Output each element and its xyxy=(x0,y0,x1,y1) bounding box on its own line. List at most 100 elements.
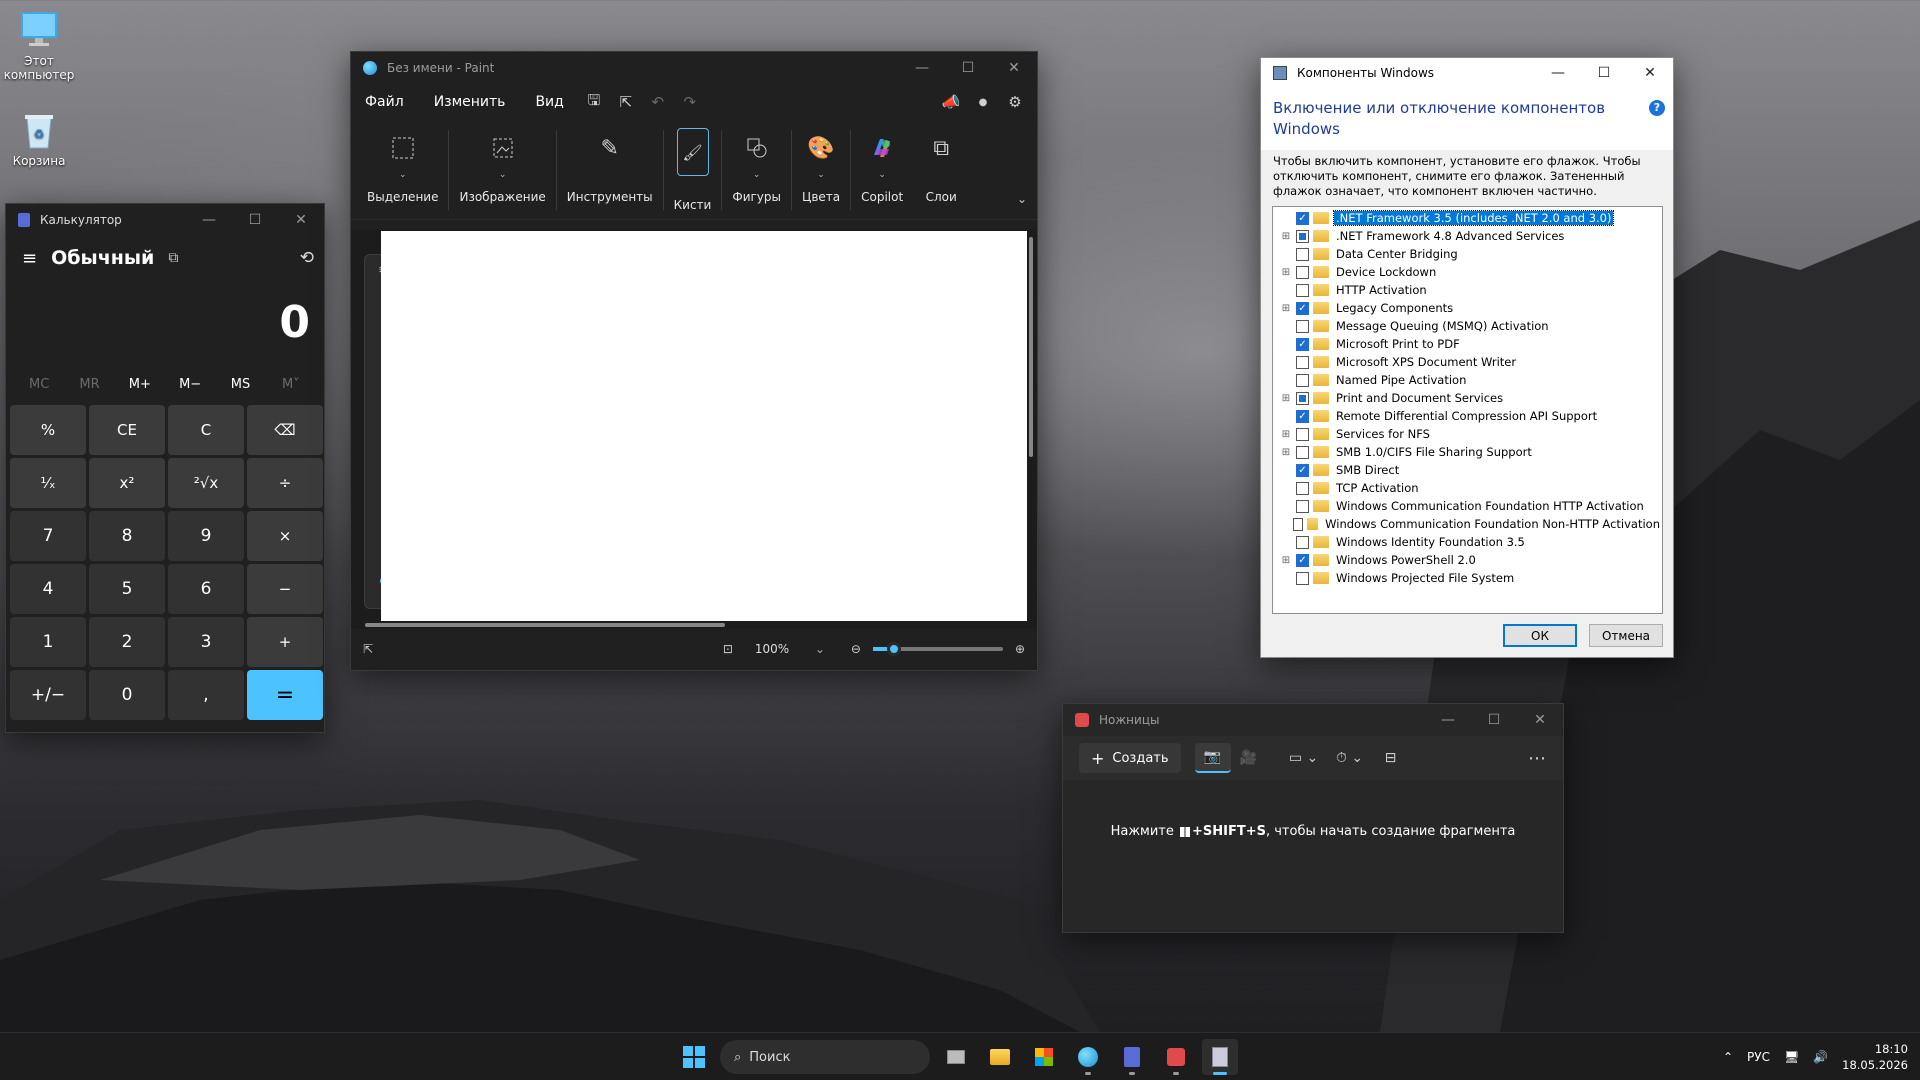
ribbon-shapes[interactable]: ⌄ Фигуры xyxy=(722,120,791,204)
minimize-button[interactable]: — xyxy=(1535,58,1581,88)
maximize-button[interactable]: ☐ xyxy=(945,52,991,84)
feature-checkbox[interactable] xyxy=(1296,445,1309,459)
close-button[interactable]: ✕ xyxy=(1627,58,1673,88)
start-button[interactable] xyxy=(676,1039,712,1075)
snip-shape-icon[interactable]: ▭ ⌄ xyxy=(1281,743,1327,773)
file-explorer-button[interactable] xyxy=(982,1039,1018,1075)
feature-row[interactable]: ✓ Microsoft Print to PDF xyxy=(1273,335,1662,353)
feature-row[interactable]: TCP Activation xyxy=(1273,479,1662,497)
maximize-button[interactable]: ☐ xyxy=(232,204,278,236)
menu-file[interactable]: Файл xyxy=(365,94,404,110)
fit-to-window-icon[interactable]: ⊡ xyxy=(723,642,733,656)
memory-subtract-button[interactable]: M− xyxy=(167,377,213,392)
feature-checkbox[interactable] xyxy=(1296,283,1309,297)
horizontal-scrollbar[interactable] xyxy=(365,623,725,627)
feature-row[interactable]: ✓ .NET Framework 3.5 (includes .NET 2.0 a… xyxy=(1273,209,1662,227)
volume-icon[interactable]: 🔊 xyxy=(1813,1050,1828,1064)
desktop-icon-recycle-bin[interactable]: ♻ Корзина xyxy=(0,110,78,168)
keep-on-top-icon[interactable]: ⧉ xyxy=(168,250,178,266)
feature-row[interactable]: Data Center Bridging xyxy=(1273,245,1662,263)
features-tree[interactable]: ✓ .NET Framework 3.5 (includes .NET 2.0 a… xyxy=(1272,206,1663,614)
help-icon[interactable]: ? xyxy=(1649,100,1665,116)
clear-key[interactable]: C xyxy=(168,405,244,455)
settings-gear-icon[interactable]: ⚙ xyxy=(999,88,1031,116)
feature-checkbox[interactable] xyxy=(1296,481,1309,495)
video-mode-icon[interactable]: 🎥 xyxy=(1231,743,1267,773)
zoom-in-icon[interactable]: ⊕ xyxy=(1015,642,1025,656)
memory-add-button[interactable]: M+ xyxy=(117,377,163,392)
feature-checkbox[interactable]: ✓ xyxy=(1296,463,1309,477)
close-button[interactable]: ✕ xyxy=(1517,704,1563,736)
minimize-button[interactable]: — xyxy=(899,52,945,84)
screenshot-mode-icon[interactable]: 📷 xyxy=(1194,743,1231,773)
zoom-slider[interactable] xyxy=(872,642,1003,656)
show-hidden-icons-chevron-icon[interactable]: ⌃ xyxy=(1723,1050,1733,1064)
share-icon[interactable]: ⇱ xyxy=(610,88,642,116)
memory-recall-button[interactable]: MR xyxy=(66,377,112,392)
digit-0-key[interactable]: 0 xyxy=(89,670,165,720)
ribbon-copilot[interactable]: ⌄ Copilot xyxy=(851,120,913,204)
reciprocal-key[interactable]: ¹⁄ₓ xyxy=(10,458,86,508)
snipping-taskbar-button[interactable] xyxy=(1158,1039,1194,1075)
taskbar-search[interactable]: ⌕ Поиск xyxy=(720,1040,930,1074)
clock[interactable]: 18:10 18.05.2026 xyxy=(1842,1041,1908,1073)
title-bar[interactable]: Ножницы — ☐ ✕ xyxy=(1063,704,1563,736)
negate-key[interactable]: +/− xyxy=(10,670,86,720)
ribbon-expand-chevron-icon[interactable]: ⌄ xyxy=(1017,192,1027,206)
digit-8-key[interactable]: 8 xyxy=(89,511,165,561)
minimize-button[interactable]: — xyxy=(1425,704,1471,736)
maximize-button[interactable]: ☐ xyxy=(1471,704,1517,736)
input-language[interactable]: РУС xyxy=(1747,1050,1770,1064)
feature-checkbox[interactable]: ✓ xyxy=(1296,553,1309,567)
history-icon[interactable]: ⟲ xyxy=(300,248,314,268)
feedback-icon[interactable]: 📣 xyxy=(935,88,967,116)
paint-taskbar-button[interactable] xyxy=(1070,1039,1106,1075)
square-key[interactable]: x² xyxy=(89,458,165,508)
feature-checkbox[interactable] xyxy=(1296,229,1309,243)
desktop-icon-this-pc[interactable]: Этот компьютер xyxy=(0,10,78,82)
menu-view[interactable]: Вид xyxy=(535,94,563,110)
feature-checkbox[interactable]: ✓ xyxy=(1296,337,1309,351)
feature-row[interactable]: ⊞ Print and Document Services xyxy=(1273,389,1662,407)
close-button[interactable]: ✕ xyxy=(991,52,1037,84)
feature-row[interactable]: ⊞ ✓ Windows PowerShell 2.0 xyxy=(1273,551,1662,569)
digit-9-key[interactable]: 9 xyxy=(168,511,244,561)
zoom-out-icon[interactable]: ⊖ xyxy=(851,642,861,656)
memory-list-button[interactable]: M˅ xyxy=(268,377,314,392)
digit-2-key[interactable]: 2 xyxy=(89,617,165,667)
expand-plus-icon[interactable]: ⊞ xyxy=(1280,392,1292,404)
feature-row[interactable]: Windows Projected File System xyxy=(1273,569,1662,587)
feature-checkbox[interactable] xyxy=(1296,265,1309,279)
title-bar[interactable]: Компоненты Windows — ☐ ✕ xyxy=(1261,58,1673,88)
memory-clear-button[interactable]: MC xyxy=(16,377,62,392)
more-options-icon[interactable]: ⋯ xyxy=(1519,743,1555,773)
feature-row[interactable]: ✓ SMB Direct xyxy=(1273,461,1662,479)
multiply-key[interactable]: × xyxy=(247,511,323,561)
clear-entry-key[interactable]: CE xyxy=(89,405,165,455)
subtract-key[interactable]: − xyxy=(247,564,323,614)
delay-timer-icon[interactable]: ⏱ ⌄ xyxy=(1327,743,1373,773)
ribbon-layers[interactable]: ⧉ ⌄ Слои xyxy=(913,120,969,205)
digit-3-key[interactable]: 3 xyxy=(168,617,244,667)
feature-row[interactable]: ⊞ ✓ Legacy Components xyxy=(1273,299,1662,317)
feature-row[interactable]: ⊞ SMB 1.0/CIFS File Sharing Support xyxy=(1273,443,1662,461)
feature-checkbox[interactable] xyxy=(1296,427,1309,441)
minimize-button[interactable]: — xyxy=(186,204,232,236)
feature-checkbox[interactable] xyxy=(1296,535,1309,549)
maximize-button[interactable]: ☐ xyxy=(1581,58,1627,88)
ribbon-tools[interactable]: ✎ ⌄ Инструменты xyxy=(557,120,663,205)
feature-row[interactable]: Message Queuing (MSMQ) Activation xyxy=(1273,317,1662,335)
calculator-taskbar-button[interactable] xyxy=(1114,1039,1150,1075)
backspace-key[interactable]: ⌫ xyxy=(247,405,323,455)
drawing-canvas[interactable] xyxy=(381,231,1027,621)
feature-checkbox[interactable] xyxy=(1296,499,1309,513)
feature-checkbox[interactable] xyxy=(1296,247,1309,261)
ribbon-selection[interactable]: ⌄ Выделение xyxy=(357,120,448,204)
digit-7-key[interactable]: 7 xyxy=(10,511,86,561)
feature-checkbox[interactable]: ✓ xyxy=(1296,409,1309,423)
ribbon-colors[interactable]: 🎨 ⌄ Цвета xyxy=(792,120,850,205)
ok-button[interactable]: ОК xyxy=(1503,624,1577,647)
undo-icon[interactable]: ↶ xyxy=(642,88,674,116)
feature-row[interactable]: Named Pipe Activation xyxy=(1273,371,1662,389)
feature-row[interactable]: Windows Communication Foundation HTTP Ac… xyxy=(1273,497,1662,515)
